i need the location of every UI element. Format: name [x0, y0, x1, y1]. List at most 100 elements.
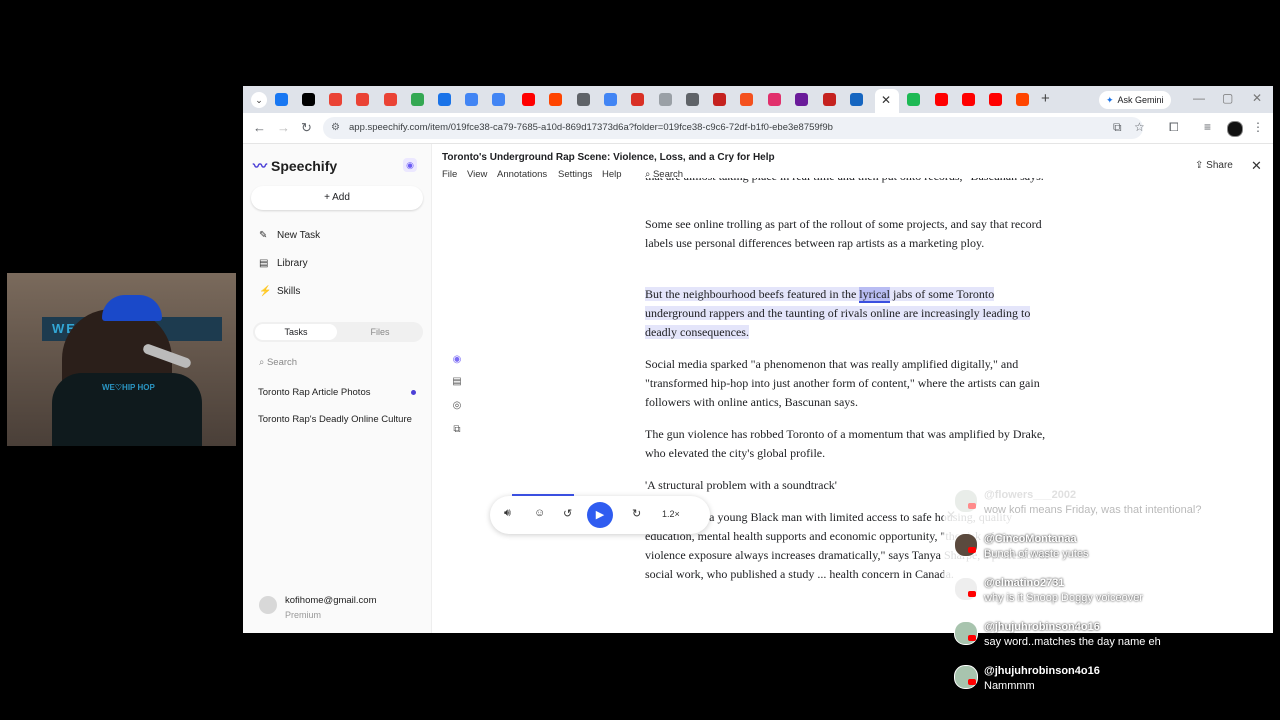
- reading-list-icon[interactable]: ≡: [1204, 120, 1211, 134]
- minimize-button[interactable]: —: [1193, 91, 1205, 105]
- sidebar-item-skills[interactable]: ⚡ Skills: [259, 286, 300, 297]
- chat-username: @jhujuhrobinson4o16: [984, 665, 1100, 677]
- close-document-button[interactable]: ✕: [1251, 158, 1262, 174]
- task-item[interactable]: Toronto Rap's Deadly Online Culture: [258, 414, 412, 425]
- tab-favicon[interactable]: [659, 93, 672, 106]
- url-input[interactable]: ⚙ app.speechify.com/item/019fce38-ca79-7…: [323, 117, 1143, 139]
- tab-close-icon[interactable]: ✕: [881, 93, 891, 107]
- search-icon: ⌕: [259, 357, 267, 368]
- extensions-icon[interactable]: ⧠: [1169, 120, 1179, 135]
- paragraph: that are almost taking place in real tim…: [645, 178, 1055, 186]
- tab-favicon[interactable]: [935, 93, 948, 106]
- tab-favicon[interactable]: [823, 93, 836, 106]
- tab-favicon[interactable]: [989, 93, 1002, 106]
- active-tab[interactable]: ✕: [875, 89, 899, 113]
- youtube-icon: [968, 635, 976, 641]
- volume-icon[interactable]: 🔊︎: [504, 507, 511, 520]
- avatar: [954, 489, 978, 513]
- back-button[interactable]: ←: [253, 120, 266, 135]
- tab-favicon[interactable]: [907, 93, 920, 106]
- sidebar-item-label: New Task: [277, 230, 321, 241]
- avatar: [954, 621, 978, 645]
- webcam-hoodie-text: WE♡HIP HOP: [102, 383, 155, 392]
- tab-favicon[interactable]: [492, 93, 505, 106]
- search-placeholder: Search: [266, 357, 298, 368]
- forward-icon[interactable]: ↻: [632, 507, 641, 520]
- play-button[interactable]: ▶: [587, 502, 613, 528]
- document-title: Toronto's Underground Rap Scene: Violenc…: [442, 152, 775, 163]
- chat-text: why is it Snoop Doggy voiceover: [984, 592, 1143, 604]
- site-info-icon[interactable]: ⚙: [331, 122, 340, 133]
- library-icon: ▤: [259, 258, 269, 269]
- close-window-button[interactable]: ✕: [1252, 91, 1262, 105]
- chat-text: say word..matches the day name eh: [984, 636, 1161, 648]
- waveform-icon: 〰: [253, 158, 267, 174]
- tab-favicon[interactable]: [522, 93, 535, 106]
- podcast-icon[interactable]: ◎: [449, 400, 465, 416]
- maximize-button[interactable]: ▢: [1222, 91, 1233, 105]
- tab-favicon[interactable]: [356, 93, 369, 106]
- tab-favicon[interactable]: [438, 93, 451, 106]
- url-text: app.speechify.com/item/019fce38-ca79-768…: [349, 122, 833, 133]
- tab-favicon[interactable]: [604, 93, 617, 106]
- add-label: Add: [332, 192, 350, 203]
- paragraph: Some see online trolling as part of the …: [645, 217, 1042, 250]
- summary-icon[interactable]: ▤: [449, 376, 465, 392]
- share-button[interactable]: ⇪ Share: [1195, 160, 1233, 171]
- ask-gemini-button[interactable]: ✦ Ask Gemini: [1099, 91, 1171, 109]
- speed-control[interactable]: 1.2×: [662, 509, 680, 519]
- tab-favicon[interactable]: [329, 93, 342, 106]
- tab-favicon[interactable]: [411, 93, 424, 106]
- assistant-icon[interactable]: ◉: [403, 158, 417, 172]
- tab-favicon[interactable]: [302, 93, 315, 106]
- webcam-cap: [102, 295, 162, 321]
- sidebar-item-new-task[interactable]: ✎ New Task: [259, 230, 320, 241]
- profile-avatar[interactable]: [1227, 121, 1243, 137]
- install-app-icon[interactable]: ⧉: [1113, 120, 1122, 135]
- tab-search-button[interactable]: ⌄: [251, 92, 267, 108]
- tab-favicon[interactable]: [795, 93, 808, 106]
- speechify-logo[interactable]: 〰 Speechify: [253, 156, 337, 176]
- forward-button[interactable]: →: [277, 120, 290, 135]
- tab-favicon[interactable]: [275, 93, 288, 106]
- tab-favicon[interactable]: [768, 93, 781, 106]
- tab-favicon[interactable]: [713, 93, 726, 106]
- copy-icon[interactable]: ⧉: [449, 424, 465, 440]
- chat-message: @elmatino2731 why is it Snoop Doggy voic…: [944, 573, 1264, 617]
- rewind-icon[interactable]: ↺: [563, 507, 572, 520]
- sidebar-item-label: Skills: [277, 286, 301, 297]
- voice-avatar[interactable]: ☺: [534, 507, 545, 519]
- chat-message: @flowers___2002 wow kofi means Friday, w…: [944, 485, 1264, 529]
- sidebar-item-label: Library: [277, 258, 308, 269]
- sidebar-item-library[interactable]: ▤ Library: [259, 258, 308, 269]
- tab-favicon[interactable]: [962, 93, 975, 106]
- browser-menu-icon[interactable]: ⋮: [1252, 120, 1264, 134]
- tab-favicon[interactable]: [1016, 93, 1029, 106]
- account-avatar[interactable]: [259, 596, 277, 614]
- tab-favicon[interactable]: [686, 93, 699, 106]
- tab-favicon[interactable]: [740, 93, 753, 106]
- tab-favicon[interactable]: [577, 93, 590, 106]
- tab-favicon[interactable]: [631, 93, 644, 106]
- tab-files[interactable]: Files: [339, 324, 421, 340]
- chat-message: @CincoMontanaa Bunch of waste yutes: [944, 529, 1264, 573]
- add-button[interactable]: + Add: [251, 186, 423, 210]
- task-item[interactable]: Toronto Rap Article Photos: [258, 387, 370, 398]
- ai-assistant-icon[interactable]: ◉: [449, 354, 465, 370]
- tab-tasks[interactable]: Tasks: [255, 324, 337, 340]
- tab-favicon[interactable]: [384, 93, 397, 106]
- account-email[interactable]: kofihome@gmail.com: [285, 595, 376, 606]
- tab-favicon[interactable]: [850, 93, 863, 106]
- webcam-feed: WE♡HIP HOP WE♡HIP HOP: [7, 273, 236, 446]
- chat-message: @jhujuhrobinson4o16 say word..matches th…: [944, 617, 1264, 661]
- tab-favicon[interactable]: [465, 93, 478, 106]
- bookmark-star-icon[interactable]: ☆: [1134, 120, 1145, 134]
- tab-favicon[interactable]: [549, 93, 562, 106]
- new-tab-button[interactable]: +: [1041, 90, 1050, 107]
- paragraph: Social media sparked "a phenomenon that …: [645, 357, 1040, 409]
- progress-indicator: [512, 494, 574, 496]
- plus-icon: +: [324, 192, 333, 203]
- tab-bar: ⌄ ✕ + ✦ Ask Gemini — ▢ ✕: [243, 86, 1273, 113]
- reload-button[interactable]: ↻: [301, 120, 312, 136]
- sidebar-search-input[interactable]: ⌕ Search: [259, 357, 297, 368]
